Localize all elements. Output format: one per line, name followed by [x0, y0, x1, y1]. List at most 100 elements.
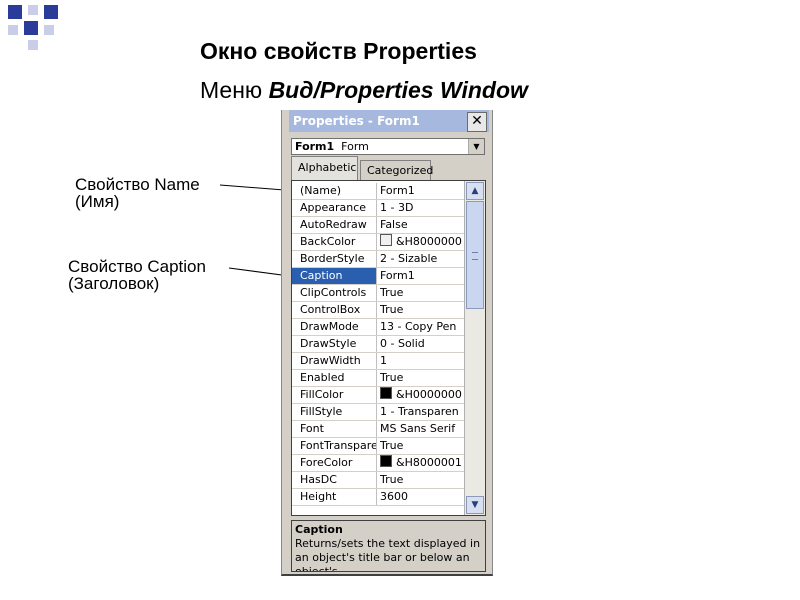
property-name[interactable]: HasDC	[292, 472, 377, 488]
description-pane: Caption Returns/sets the text displayed …	[291, 520, 486, 572]
property-value-text: False	[380, 218, 408, 231]
callout-caption-property: Свойство Caption (Заголовок)	[68, 258, 206, 292]
subtitle-prefix: Меню	[200, 77, 269, 103]
property-name[interactable]: FillStyle	[292, 404, 377, 420]
slide-subtitle: Меню Вид/Properties Window	[200, 77, 528, 104]
property-row[interactable]: Caption Form1	[292, 268, 464, 285]
property-row[interactable]: Appearance 1 - 3D	[292, 200, 464, 217]
property-value-text: 1 - 3D	[380, 201, 414, 214]
property-name[interactable]: DrawWidth	[292, 353, 377, 369]
property-value[interactable]: &H8000000	[378, 234, 464, 250]
property-value-text: 13 - Copy Pen	[380, 320, 457, 333]
property-value-text: MS Sans Serif	[380, 422, 456, 435]
property-value[interactable]: 1	[378, 353, 464, 369]
property-name[interactable]: Font	[292, 421, 377, 437]
property-name[interactable]: BackColor	[292, 234, 377, 250]
property-row[interactable]: BorderStyle 2 - Sizable	[292, 251, 464, 268]
description-title: Caption	[295, 523, 343, 536]
property-value[interactable]: True	[378, 370, 464, 386]
property-name[interactable]: (Name)	[292, 183, 377, 199]
property-value[interactable]: True	[378, 438, 464, 454]
property-row[interactable]: ClipControls True	[292, 285, 464, 302]
property-value-text: 3600	[380, 490, 408, 503]
chevron-down-icon[interactable]: ▼	[468, 139, 484, 154]
property-row[interactable]: ControlBox True	[292, 302, 464, 319]
property-value[interactable]: 3600	[378, 489, 464, 505]
property-row[interactable]: BackColor &H8000000	[292, 234, 464, 251]
property-value-text: True	[380, 286, 404, 299]
property-value[interactable]: 13 - Copy Pen	[378, 319, 464, 335]
property-value[interactable]: MS Sans Serif	[378, 421, 464, 437]
property-row[interactable]: DrawMode 13 - Copy Pen	[292, 319, 464, 336]
property-value[interactable]: False	[378, 217, 464, 233]
property-value-text: &H0000000	[396, 388, 462, 401]
property-value-text: 1	[380, 354, 387, 367]
property-value[interactable]: Form1	[378, 268, 464, 284]
property-value-text: 0 - Solid	[380, 337, 425, 350]
property-row[interactable]: DrawStyle 0 - Solid	[292, 336, 464, 353]
property-name[interactable]: BorderStyle	[292, 251, 377, 267]
tab-categorized[interactable]: Categorized	[360, 160, 433, 180]
property-value[interactable]: True	[378, 285, 464, 301]
property-name[interactable]: DrawStyle	[292, 336, 377, 352]
property-row[interactable]: Height 3600	[292, 489, 464, 506]
property-row[interactable]: FillStyle 1 - Transparen	[292, 404, 464, 421]
description-text: Returns/sets the text displayed in an ob…	[295, 537, 481, 572]
close-button[interactable]: ✕	[467, 112, 487, 132]
property-name[interactable]: AutoRedraw	[292, 217, 377, 233]
property-name[interactable]: FontTransparent	[292, 438, 377, 454]
scroll-up-button[interactable]: ▲	[466, 182, 484, 200]
property-row[interactable]: FillColor &H0000000	[292, 387, 464, 404]
property-name[interactable]: DrawMode	[292, 319, 377, 335]
property-row[interactable]: (Name) Form1	[292, 183, 464, 200]
property-row[interactable]: AutoRedraw False	[292, 217, 464, 234]
property-row[interactable]: FontTransparentTrue	[292, 438, 464, 455]
properties-titlebar[interactable]: Properties - Form1 ✕	[289, 110, 489, 132]
color-swatch-icon	[380, 387, 392, 399]
callout-name-line1: Свойство Name	[75, 175, 200, 194]
property-value[interactable]: True	[378, 472, 464, 488]
properties-window: Properties - Form1 ✕ Form1 Form ▼ Alphab…	[281, 110, 493, 576]
property-value-text: Form1	[380, 269, 415, 282]
property-value[interactable]: &H8000001	[378, 455, 464, 471]
property-value-text: &H8000001	[396, 456, 462, 469]
scroll-thumb[interactable]	[466, 201, 484, 309]
property-value[interactable]: Form1	[378, 183, 464, 199]
property-value-text: 2 - Sizable	[380, 252, 438, 265]
property-value[interactable]: 0 - Solid	[378, 336, 464, 352]
property-name[interactable]: Appearance	[292, 200, 377, 216]
property-name[interactable]: Enabled	[292, 370, 377, 386]
property-name[interactable]: Height	[292, 489, 377, 505]
property-row[interactable]: Enabled True	[292, 370, 464, 387]
close-icon: ✕	[471, 113, 483, 129]
property-name[interactable]: ControlBox	[292, 302, 377, 318]
property-grid: (Name) Form1 Appearance 1 - 3D AutoRedraw Fal…	[291, 180, 486, 516]
property-name[interactable]: ForeColor	[292, 455, 377, 471]
property-row[interactable]: DrawWidth 1	[292, 353, 464, 370]
properties-window-title: Properties - Form1	[293, 114, 420, 128]
property-row[interactable]: HasDC True	[292, 472, 464, 489]
property-value-text: True	[380, 303, 404, 316]
property-value-text: 1 - Transparen	[380, 405, 459, 418]
object-type: Form	[341, 140, 369, 153]
property-value[interactable]: 2 - Sizable	[378, 251, 464, 267]
property-row[interactable]: ForeColor &H8000001	[292, 455, 464, 472]
property-name[interactable]: FillColor	[292, 387, 377, 403]
property-value-text: True	[380, 473, 404, 486]
property-value[interactable]: 1 - Transparen	[378, 404, 464, 420]
property-value[interactable]: True	[378, 302, 464, 318]
property-row[interactable]: Font MS Sans Serif	[292, 421, 464, 438]
property-value-text: &H8000000	[396, 235, 462, 248]
property-value[interactable]: &H0000000	[378, 387, 464, 403]
vertical-scrollbar[interactable]: ▲ ▼	[464, 181, 485, 515]
object-selector-dropdown[interactable]: Form1 Form ▼	[291, 138, 485, 155]
property-value-text: True	[380, 439, 404, 452]
tab-alphabetic[interactable]: Alphabetic	[291, 156, 358, 180]
scroll-down-button[interactable]: ▼	[466, 496, 484, 514]
property-name[interactable]: ClipControls	[292, 285, 377, 301]
callout-caption-line1: Свойство Caption	[68, 257, 206, 276]
callout-name-property: Свойство Name (Имя)	[75, 176, 200, 210]
callout-caption-line2: (Заголовок)	[68, 274, 160, 293]
property-value[interactable]: 1 - 3D	[378, 200, 464, 216]
property-name[interactable]: Caption	[292, 268, 377, 284]
